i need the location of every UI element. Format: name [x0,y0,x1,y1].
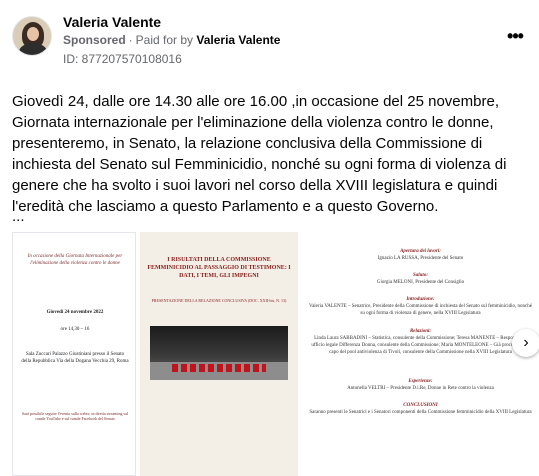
card2-title: I RISULTATI DELLA COMMISSIONE FEMMINICID… [147,257,291,279]
card1-date: Giovedì 24 novembre 2022 [46,310,104,315]
sponsored-line: Sponsored · Paid for by Valeria Valente [63,33,280,47]
card2-subtitle: PRESENTAZIONE DELLA RELAZIONE CONCLUSIVA… [151,298,287,303]
program-block: Apertura dei lavori: Ignazio LA RUSSA, P… [308,248,533,262]
avatar-face [27,27,39,41]
program-body: Antonella VELTRI – Presidente D.i.Re, Do… [347,386,494,391]
program-body: Linda Laura SABBADINI – Statistica, cons… [311,336,530,355]
program-block: CONCLUSIONI Saranno presenti le Senatric… [308,402,533,416]
program-block: Saluto: Giorgia MELONI, Presidente del C… [308,272,533,286]
ad-id: ID: 877207570108016 [63,52,182,66]
program-block: Relazioni: Linda Laura SABBADINI – Stati… [308,328,533,356]
program-body: Ignazio LA RUSSA, Presidente del Senato [377,256,464,261]
red-shoes-image [150,326,288,380]
image-carousel[interactable]: In occasione della Giornata Internaziona… [0,232,539,476]
program-label: Saluto: [412,273,428,278]
program-body: Valeria VALENTE – Senatrice, Presidente … [309,304,532,316]
more-horizontal-icon: ••• [507,26,524,46]
chevron-right-icon: › [523,334,529,351]
paid-for-name[interactable]: Valeria Valente [196,33,280,47]
carousel-next-button[interactable]: › [512,329,539,357]
post-body-text: Giovedì 24, dalle ore 14.30 alle ore 16.… [12,93,507,215]
card1-time: ore 14,30 – 16 [60,327,90,332]
card1-place: Sala Zuccari Palazzo Giustiniani presso … [21,352,129,364]
sponsored-label: Sponsored [63,33,126,47]
program-label: Apertura dei lavori: [400,249,441,254]
program-body: Saranno presenti le Senatrici e i Senato… [309,410,532,415]
program-label: Esperienze: [408,379,433,384]
carousel-card-cover[interactable]: I RISULTATI DELLA COMMISSIONE FEMMINICID… [140,232,298,476]
program-body: Giorgia MELONI, Presidente del Consiglio [376,280,465,285]
avatar-body [19,43,47,55]
paid-for-prefix: Paid for by [135,33,194,47]
see-more-ellipsis[interactable]: ... [12,208,25,225]
program-label: CONCLUSIONI [403,403,438,408]
more-options-button[interactable]: ••• [505,27,525,46]
card1-heading: In occasione della Giornata Internaziona… [27,254,123,266]
meta-separator: · [128,33,133,47]
program-label: Introduzione: [406,297,435,302]
author-name[interactable]: Valeria Valente [63,14,161,30]
program-label: Relazioni: [409,329,432,334]
program-block: Esperienze: Antonella VELTRI – President… [308,378,533,392]
card1-footer: Sarà possibile seguire l'evento sulla we… [21,411,129,421]
carousel-card-program[interactable]: Apertura dei lavori: Ignazio LA RUSSA, P… [302,232,539,476]
red-shoes [172,364,266,372]
post-header: Valeria Valente Sponsored · Paid for by Va… [12,12,527,74]
avatar[interactable] [12,16,52,56]
carousel-card-invitation[interactable]: In occasione della Giornata Internaziona… [12,232,136,476]
program-block: Introduzione: Valeria VALENTE – Senatric… [308,296,533,317]
